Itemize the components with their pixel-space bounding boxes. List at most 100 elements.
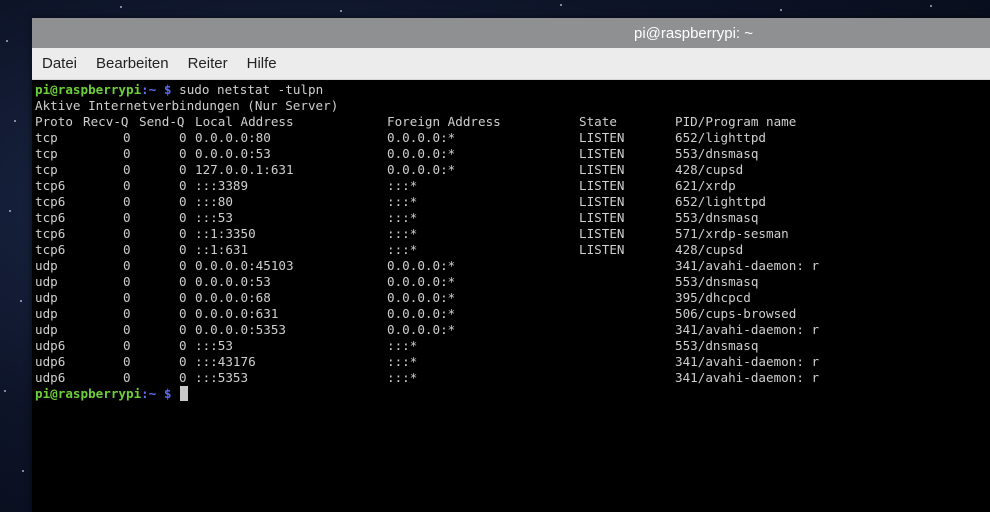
table-row: tcp6 0 0:::3389:::* LISTEN 621/xrdp (35, 178, 990, 194)
cell-recv-q: 0 (123, 290, 131, 305)
cell-pid-program: 341/avahi-daemon: r (675, 370, 820, 385)
cell-recv-q: 0 (123, 130, 131, 145)
cell-recv-q: 0 (123, 210, 131, 225)
terminal-output[interactable]: pi@raspberrypi:~ $ sudo netstat -tulpn A… (32, 80, 990, 512)
cell-foreign-address: :::* (387, 242, 418, 257)
cell-local-address: :::3389 (195, 178, 249, 193)
cell-proto: udp6 (35, 354, 66, 369)
cell-proto: tcp6 (35, 210, 66, 225)
cell-pid-program: 341/avahi-daemon: r (675, 258, 820, 273)
cell-foreign-address: 0.0.0.0:* (387, 290, 456, 305)
cell-foreign-address: :::* (387, 194, 418, 209)
cell-state: LISTEN (579, 130, 625, 145)
prompt-user: pi@raspberrypi (35, 386, 142, 401)
star (780, 9, 782, 11)
cell-send-q: 0 (179, 370, 187, 385)
header-pid-program: PID/Program name (675, 114, 797, 129)
cell-pid-program: 341/avahi-daemon: r (675, 354, 820, 369)
cell-foreign-address: 0.0.0.0:* (387, 146, 456, 161)
cell-recv-q: 0 (123, 162, 131, 177)
table-row: tcp6 0 0:::53:::* LISTEN 553/dnsmasq (35, 210, 990, 226)
cell-recv-q: 0 (123, 370, 131, 385)
cell-recv-q: 0 (123, 178, 131, 193)
prompt-path: :~ (141, 82, 157, 97)
cell-pid-program: 341/avahi-daemon: r (675, 322, 820, 337)
cell-pid-program: 553/dnsmasq (675, 146, 759, 161)
cell-local-address: :::53 (195, 210, 233, 225)
cell-local-address: :::43176 (195, 354, 256, 369)
cell-foreign-address: 0.0.0.0:* (387, 322, 456, 337)
cell-proto: udp (35, 290, 58, 305)
menu-bearbeiten[interactable]: Bearbeiten (96, 55, 169, 72)
cell-send-q: 0 (179, 306, 187, 321)
table-row: tcp6 0 0::1:3350:::* LISTEN 571/xrdp-sesman (35, 226, 990, 242)
cell-proto: udp (35, 258, 58, 273)
table-row: udp 0 0 0.0.0.0:45103 0.0.0.0:* 341/avahi-dae… (35, 258, 990, 274)
cell-send-q: 0 (179, 258, 187, 273)
cell-state: LISTEN (579, 226, 625, 241)
star (22, 470, 24, 472)
star (9, 210, 11, 212)
header-proto: Proto (35, 114, 73, 129)
cell-proto: tcp (35, 130, 58, 145)
cell-pid-program: 395/dhcpcd (675, 290, 751, 305)
cell-pid-program: 621/xrdp (675, 178, 736, 193)
cell-foreign-address: :::* (387, 354, 418, 369)
menu-datei[interactable]: Datei (42, 55, 77, 72)
table-row: udp 0 0 0.0.0.0:631 0.0.0.0:* 506/cups-browse… (35, 306, 990, 322)
cell-recv-q: 0 (123, 306, 131, 321)
window-titlebar[interactable]: pi@raspberrypi: ~ (32, 18, 990, 48)
star (20, 300, 22, 302)
cell-local-address: :::53 (195, 338, 233, 353)
cell-proto: udp (35, 306, 58, 321)
star (560, 4, 562, 6)
cell-state: LISTEN (579, 242, 625, 257)
cell-recv-q: 0 (123, 194, 131, 209)
menu-hilfe[interactable]: Hilfe (247, 55, 277, 72)
cell-local-address: 0.0.0.0:53 (195, 146, 271, 161)
cell-foreign-address: 0.0.0.0:* (387, 130, 456, 145)
table-row: udp 0 0 0.0.0.0:68 0.0.0.0:* 395/dhcpcd (35, 290, 990, 306)
cell-send-q: 0 (179, 290, 187, 305)
table-row: udp 0 0 0.0.0.0:53 0.0.0.0:* 553/dnsmasq (35, 274, 990, 290)
cell-foreign-address: :::* (387, 370, 418, 385)
cell-recv-q: 0 (123, 242, 131, 257)
cell-send-q: 0 (179, 194, 187, 209)
cell-send-q: 0 (179, 242, 187, 257)
cell-send-q: 0 (179, 210, 187, 225)
cell-pid-program: 571/xrdp-sesman (675, 226, 789, 241)
menu-reiter[interactable]: Reiter (188, 55, 228, 72)
cell-recv-q: 0 (123, 274, 131, 289)
cell-foreign-address: 0.0.0.0:* (387, 162, 456, 177)
prompt-path: :~ (141, 386, 157, 401)
cell-state: LISTEN (579, 210, 625, 225)
cell-pid-program: 428/cupsd (675, 162, 744, 177)
cell-pid-program: 428/cupsd (675, 242, 744, 257)
table-row: tcp 0 0 127.0.0.1:631 0.0.0.0:* LISTEN 428/cup… (35, 162, 990, 178)
cell-local-address: 0.0.0.0:53 (195, 274, 271, 289)
star (6, 40, 8, 42)
table-row: tcp 0 0 0.0.0.0:53 0.0.0.0:* LISTEN 553/dnsmas… (35, 146, 990, 162)
header-local-address: Local Address (195, 114, 294, 129)
cell-proto: tcp6 (35, 178, 66, 193)
cell-proto: udp (35, 274, 58, 289)
table-row: tcp 0 0 0.0.0.0:80 0.0.0.0:* LISTEN 652/lightt… (35, 130, 990, 146)
terminal-window[interactable]: pi@raspberrypi: ~ Datei Bearbeiten Reite… (32, 18, 990, 512)
cell-foreign-address: :::* (387, 178, 418, 193)
cell-send-q: 0 (179, 146, 187, 161)
cell-local-address: 0.0.0.0:80 (195, 130, 271, 145)
cell-pid-program: 553/dnsmasq (675, 274, 759, 289)
command-text: sudo netstat -tulpn (179, 82, 324, 97)
cell-proto: tcp (35, 146, 58, 161)
cell-local-address: ::1:3350 (195, 226, 256, 241)
cell-recv-q: 0 (123, 322, 131, 337)
cell-foreign-address: 0.0.0.0:* (387, 274, 456, 289)
cell-local-address: ::1:631 (195, 242, 249, 257)
star (340, 10, 342, 12)
cell-send-q: 0 (179, 338, 187, 353)
star (930, 5, 932, 7)
prompt-symbol: $ (163, 386, 172, 401)
cell-send-q: 0 (179, 162, 187, 177)
command-line: pi@raspberrypi:~ $ sudo netstat -tulpn (35, 82, 990, 98)
cell-proto: tcp6 (35, 226, 66, 241)
